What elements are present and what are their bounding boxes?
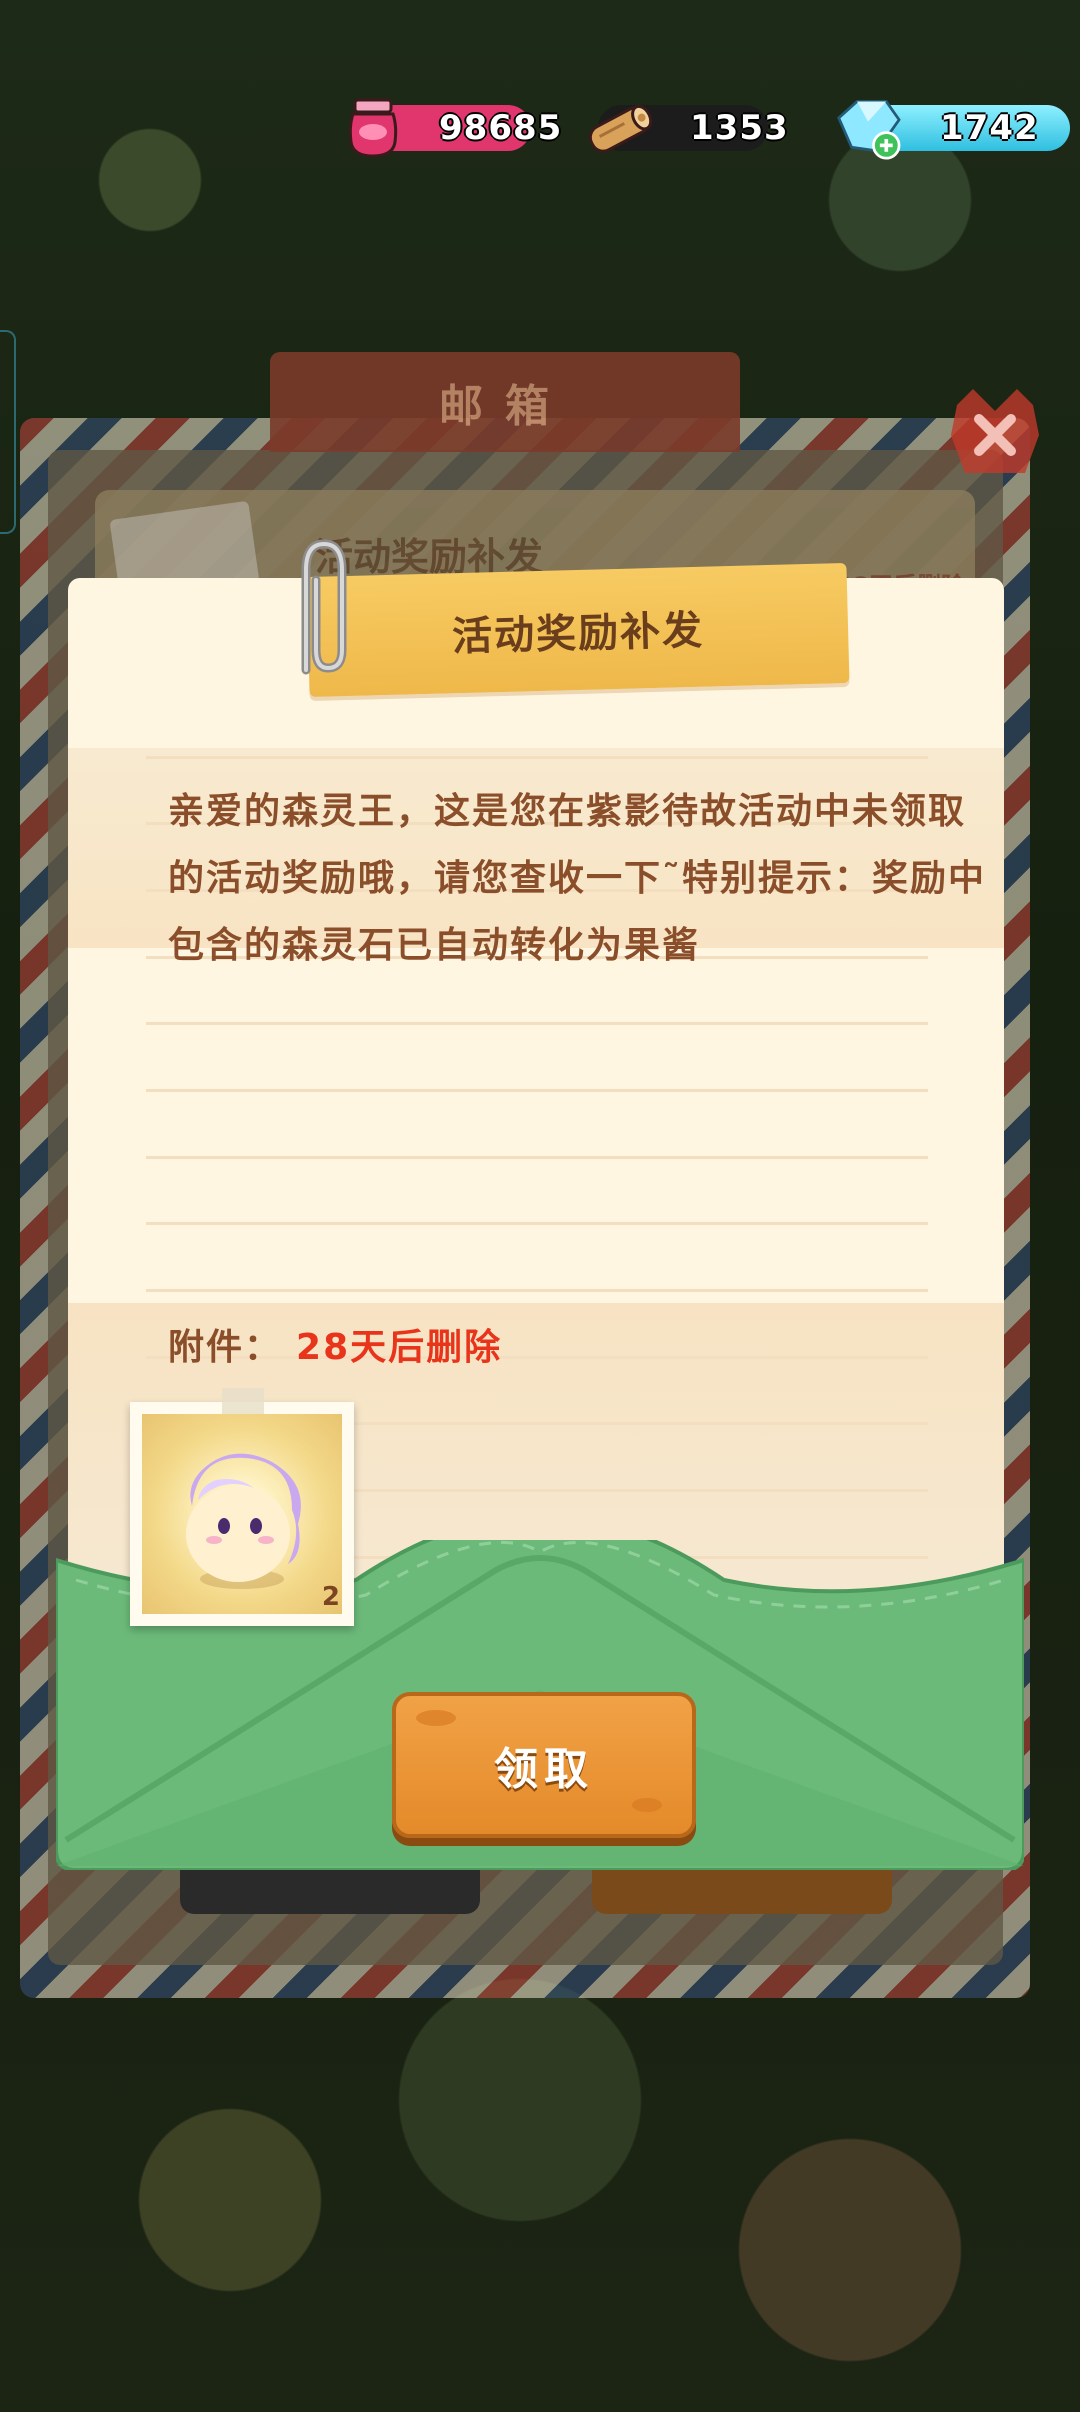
- side-panel-edge: [0, 330, 16, 534]
- attachment-expiry: 28天后删除: [296, 1327, 503, 1368]
- gem-counter[interactable]: 1742: [826, 96, 1070, 160]
- item-count: 2: [321, 1582, 340, 1612]
- jam-counter[interactable]: 98685: [345, 98, 561, 158]
- letter-title: 活动奖励补发: [451, 607, 705, 661]
- mailbox-title: 邮箱: [270, 352, 740, 452]
- wood-log-icon: [588, 104, 653, 153]
- attachment-row: 附件： 28天后删除: [168, 1318, 502, 1370]
- paperclip-icon: [301, 539, 347, 675]
- attachment-item[interactable]: 2: [130, 1388, 354, 1626]
- item-card-background: [142, 1414, 342, 1614]
- close-button[interactable]: [940, 380, 1050, 490]
- letter-body: 亲爱的森灵王，这是您在紫影待故活动中未领取的活动奖励哦，请您查收一下˜特别提示：…: [168, 791, 987, 966]
- claim-button[interactable]: 领取: [392, 1692, 696, 1838]
- gem-add-icon[interactable]: [826, 96, 910, 160]
- close-icon: [951, 389, 1039, 473]
- attachment-label: 附件：: [168, 1327, 283, 1368]
- letter-title-banner: 活动奖励补发: [306, 562, 850, 698]
- purple-hair-spirit-icon: [186, 1453, 301, 1589]
- jam-jar-icon: [348, 98, 398, 158]
- wood-counter[interactable]: 1353: [582, 98, 788, 158]
